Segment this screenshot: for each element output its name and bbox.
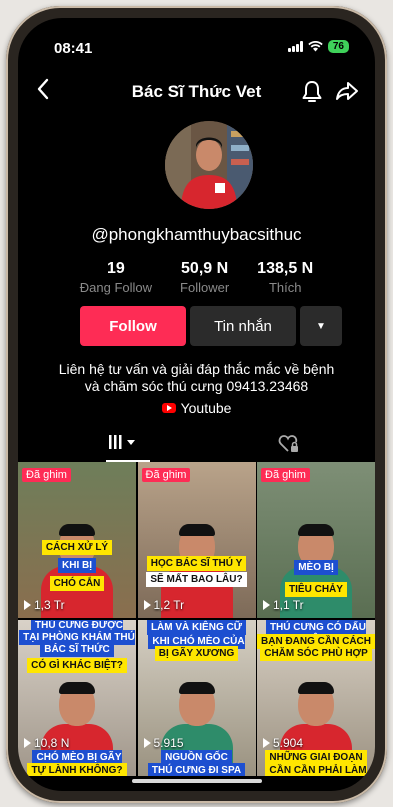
profile-stats: 19 Đang Follow 50,9 N Follower 138,5 N T… [18,260,375,295]
video-caption: BỊ GÃY XƯƠNG [138,645,256,661]
stat-label: Follower [180,280,230,295]
share-button[interactable] [335,80,359,107]
username: @phongkhamthuybacsithuc [91,225,302,244]
video-caption: CHÓ CẮN [18,576,136,591]
video-tile[interactable]: THÚ CƯNG ĐƯỢC TẮM TẠI PHÒNG KHÁM THÚ Y B… [18,619,136,776]
bio-line: Liên hệ tư vấn và giải đáp thắc mắc về b… [58,361,335,377]
video-tile[interactable]: Đã ghim HỌC BÁC SĨ THÚ Y SẼ MẤT BAO LÂU?… [137,462,256,618]
stat-label: Đang Follow [79,280,153,295]
tab-videos[interactable] [108,434,138,454]
video-tile[interactable]: THÚ CƯNG CÓ DẤU HIỆU BẠN ĐANG CẦN CÁCH C… [257,619,375,776]
video-caption: TIÊU CHẢY [257,582,375,597]
notification-button[interactable] [301,80,323,109]
pinned-badge: Đã ghim [261,468,310,482]
video-caption: LÀM VÀ KIÊNG CỮ [138,619,256,635]
stat-value: 50,9 N [181,260,229,277]
video-caption: NHỮNG GIAI ĐOẠN [257,749,375,765]
stat-following[interactable]: 19 Đang Follow [80,260,152,295]
video-caption: KHI BỊ [18,558,136,573]
bio: Liên hệ tư vấn và giải đáp thắc mắc về b… [38,361,355,395]
pinned-badge: Đã ghim [22,468,71,482]
follow-button[interactable]: Follow [80,306,186,346]
screen: 08:41 76 Bác Sĩ Thức Vet @phongkhamthuyb… [18,18,375,791]
stat-value: 138,5 N [257,260,314,277]
grid-icon [109,435,135,449]
battery-icon: 76 [327,40,349,53]
video-caption: BÁC SĨ THỨC [18,641,136,657]
avatar[interactable] [165,121,253,209]
youtube-link-label: Youtube [180,400,232,416]
video-caption: SẼ MẤT BAO LÂU? [138,572,256,587]
dynamic-island [141,36,252,66]
video-caption: CÁCH XỬ LÝ [18,540,136,555]
video-tile[interactable]: Đã ghim CÁCH XỬ LÝ KHI BỊ CHÓ CẮN 1,3 Tr [18,462,136,618]
more-options-button[interactable]: ▼ [300,306,342,346]
video-caption: CHĂM SÓC PHÙ HỢP [257,645,375,661]
video-caption: NGUỒN GỐC [138,749,256,765]
signal-icon [287,41,303,52]
home-indicator[interactable] [131,779,262,783]
avatar-image [165,121,253,209]
status-time: 08:41 [54,40,93,57]
video-caption: MÈO BỊ [257,560,375,575]
share-arrow-icon [336,82,358,100]
video-caption: HỌC BÁC SĨ THÚ Y [138,556,256,571]
youtube-icon [161,403,176,413]
video-caption: CẦN CẦN PHẢI LÀM GÌ [257,762,375,776]
view-count: 1,1 Tr [263,598,304,612]
phone-frame: 08:41 76 Bác Sĩ Thức Vet @phongkhamthuyb… [6,6,387,803]
video-grid: Đã ghim CÁCH XỬ LÝ KHI BỊ CHÓ CẮN 1,3 Tr… [18,462,375,776]
video-caption: THÚ CƯNG ĐI SPA [138,762,256,776]
wifi-icon [308,41,323,52]
top-nav: Bác Sĩ Thức Vet [18,76,375,112]
view-count: 10,8 N [24,736,69,750]
stat-likes[interactable]: 138,5 N Thích [257,260,313,295]
content-tabs [18,428,375,462]
stat-label: Thích [268,280,302,295]
view-count: 5.904 [263,736,303,750]
pinned-badge: Đã ghim [141,468,191,482]
view-count: 1,2 Tr [144,598,185,612]
message-button[interactable]: Tin nhắn [190,306,296,346]
youtube-link[interactable]: Youtube [18,400,375,416]
stat-followers[interactable]: 50,9 N Follower [180,260,229,295]
video-tile[interactable]: Đã ghim MÈO BỊ TIÊU CHẢY 1,1 Tr [257,462,375,618]
bell-icon [302,81,322,102]
status-icons: 76 [287,40,349,53]
tab-liked[interactable] [278,434,300,459]
stat-value: 19 [107,260,125,277]
bio-line: và chăm sóc thú cưng 09413.23468 [84,378,309,394]
heart-lock-icon [278,435,298,452]
view-count: 1,3 Tr [24,598,65,612]
profile-actions: Follow Tin nhắn ▼ [80,306,342,346]
video-tile[interactable]: LÀM VÀ KIÊNG CỮ KHI CHÓ MÈO CỦA BẠN BỊ G… [137,619,256,776]
video-caption: TỰ LÀNH KHÔNG? [18,762,136,776]
view-count: 5.915 [144,736,184,750]
status-bar: 08:41 76 [18,36,375,66]
video-caption: CÓ GÌ KHÁC BIỆT? [18,657,136,673]
